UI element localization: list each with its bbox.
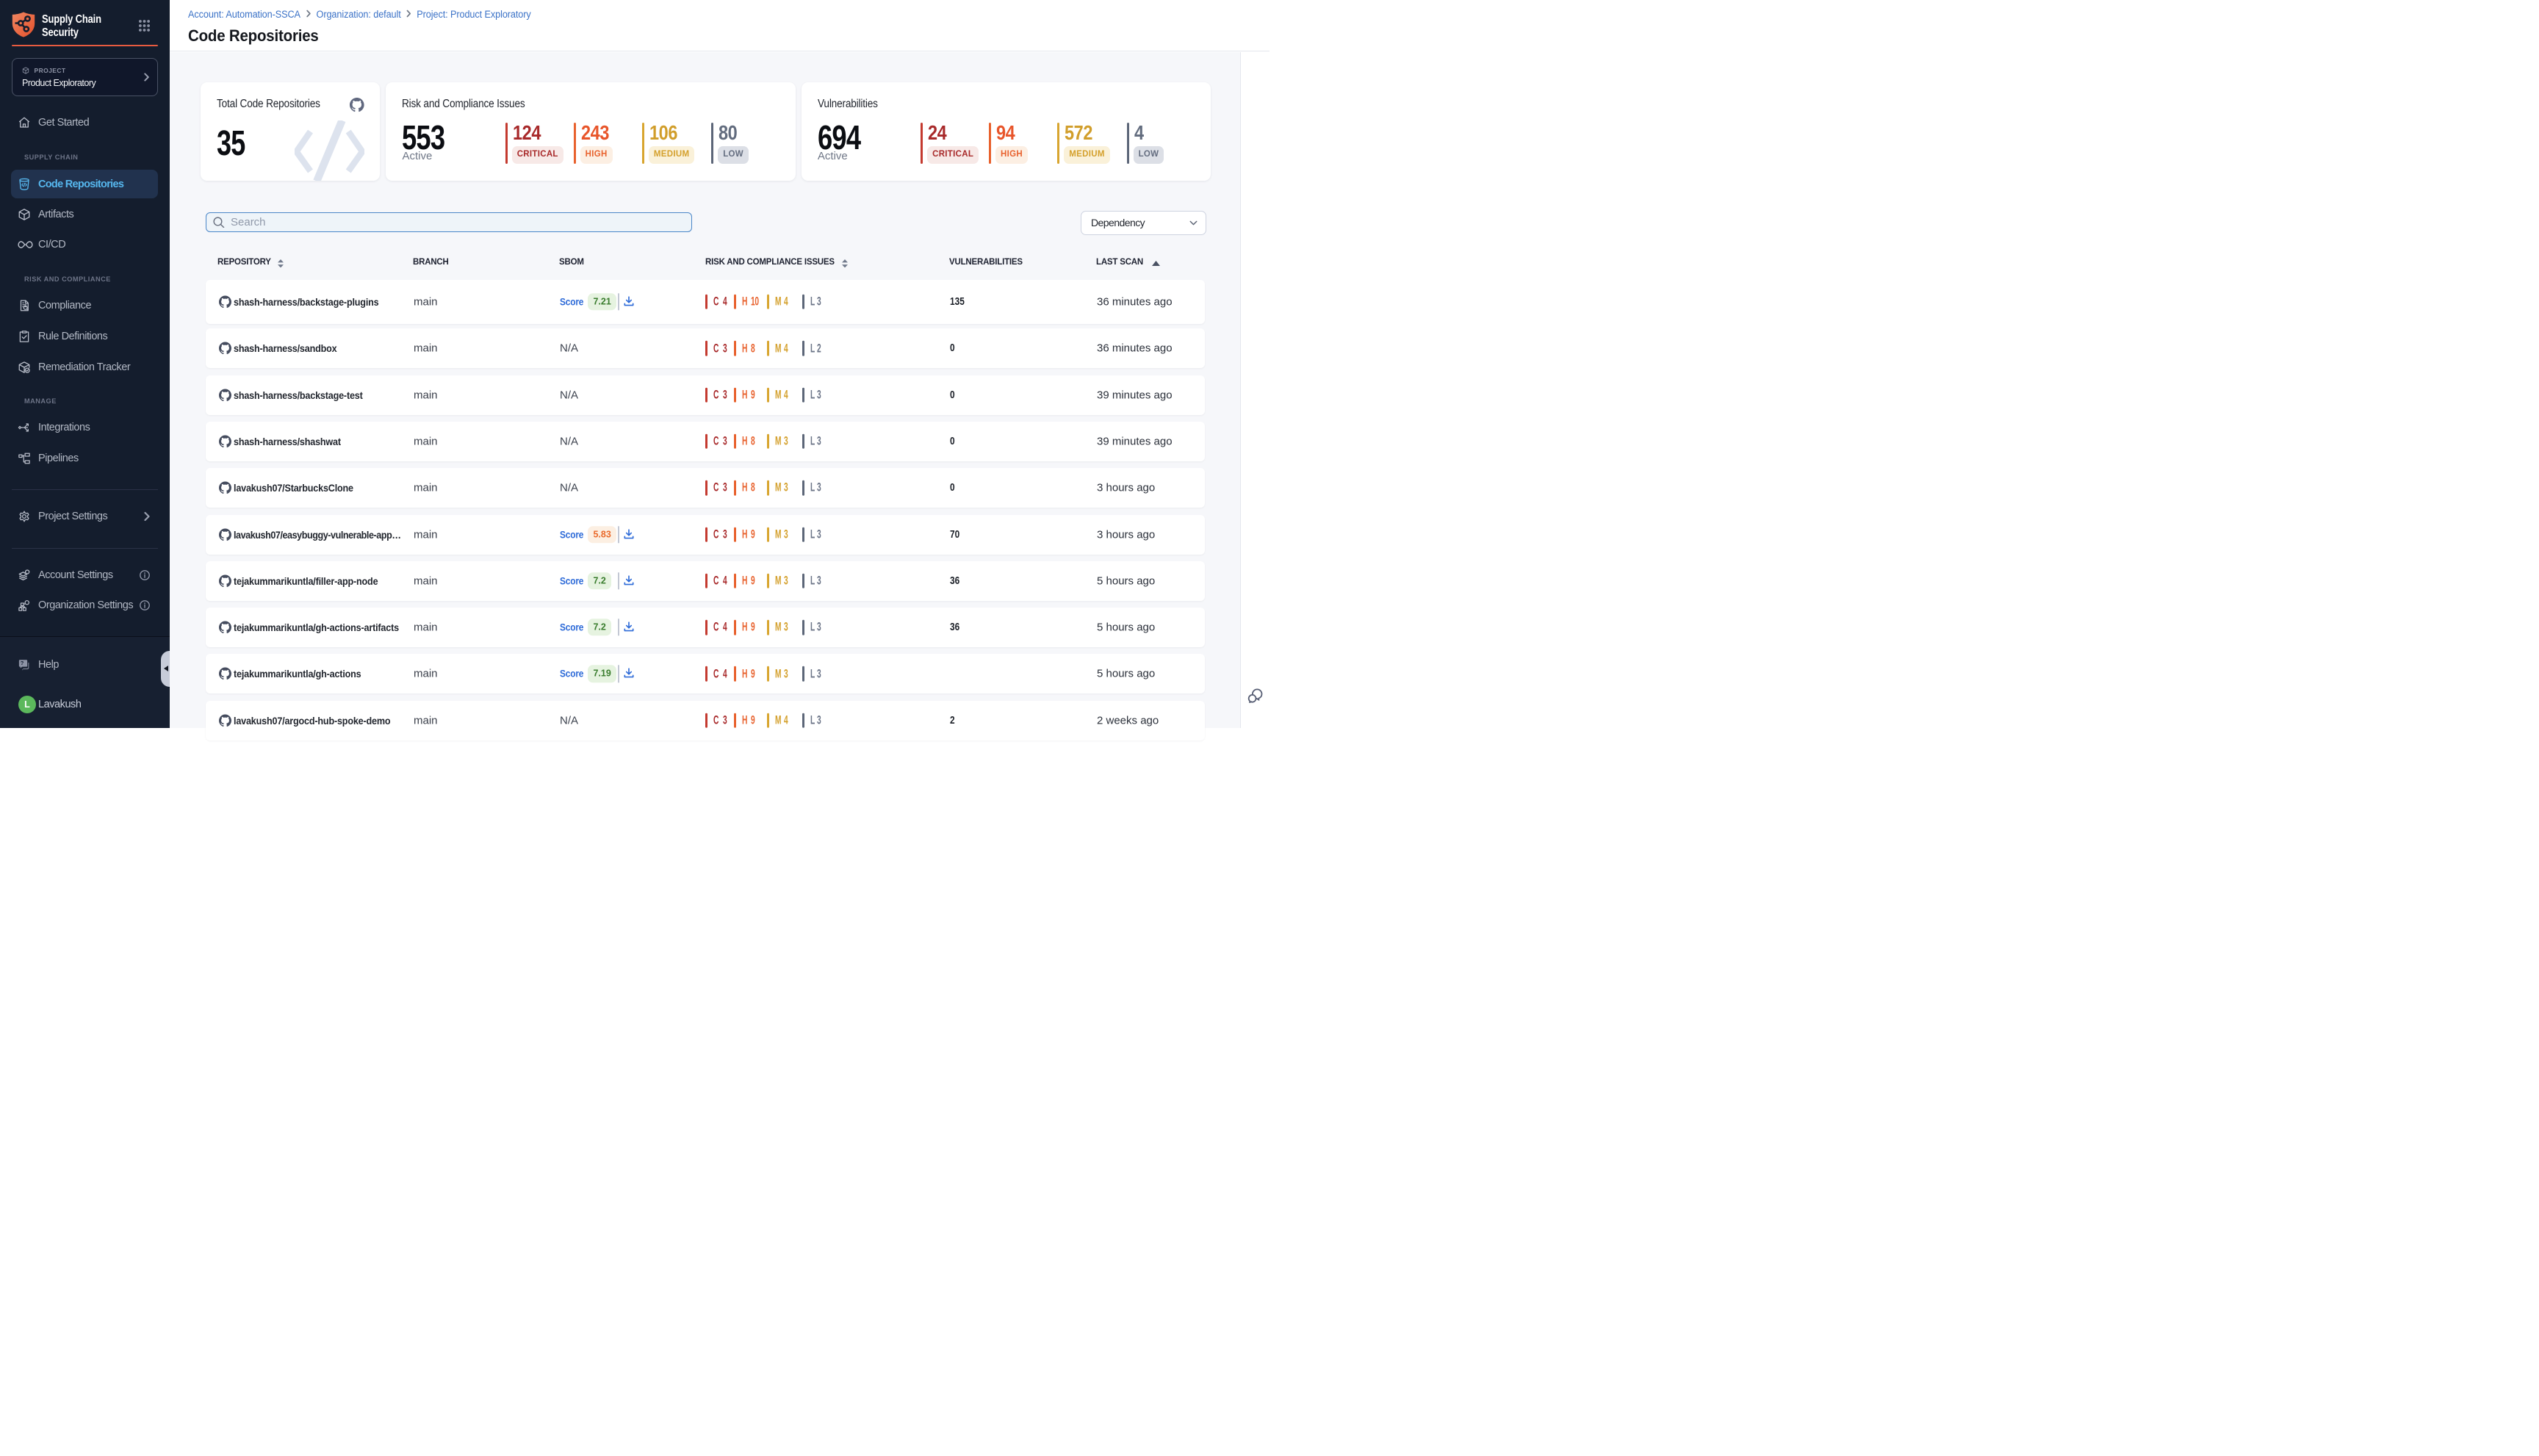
svg-text:?: ? xyxy=(21,660,24,666)
